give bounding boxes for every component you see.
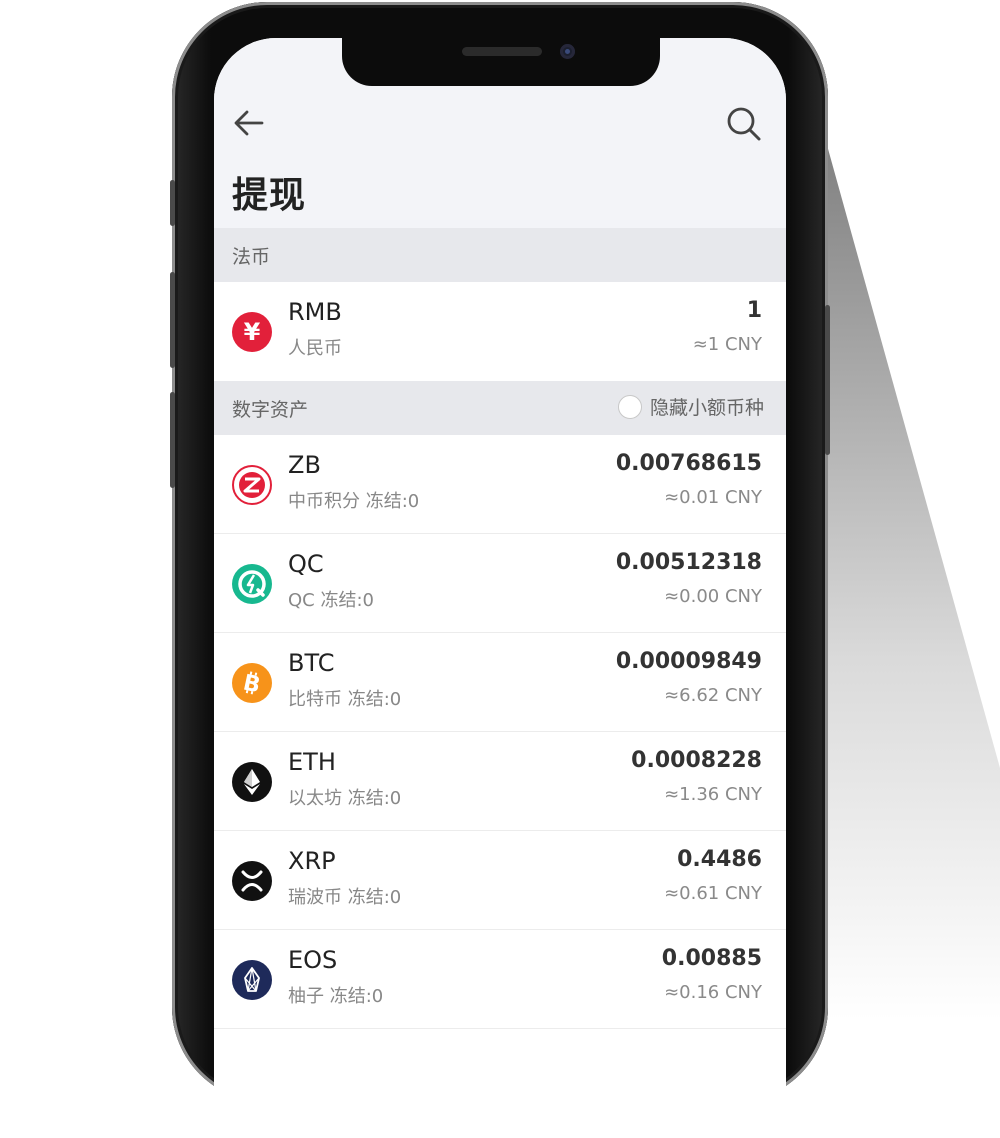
power-button <box>825 305 830 455</box>
asset-row-partial <box>214 1029 786 1069</box>
asset-cny-value: ≈0.61 CNY <box>664 883 762 904</box>
asset-amount: 1 <box>746 298 762 323</box>
hide-small-radio[interactable] <box>617 394 642 419</box>
asset-name: 以太坊 冻结:0 <box>288 788 402 809</box>
xrp-icon <box>232 861 272 901</box>
volume-up-button <box>170 272 175 368</box>
asset-row-eos[interactable]: EOS 柚子 冻结:0 0.00885 ≈0.16 CNY <box>214 930 786 1029</box>
asset-row-qc[interactable]: QC QC 冻结:0 0.00512318 ≈0.00 CNY <box>214 534 786 633</box>
asset-symbol: QC <box>288 550 324 578</box>
asset-amount: 0.0008228 <box>631 748 762 773</box>
asset-row-rmb[interactable]: ¥ RMB 人民币 1 ≈1 CNY <box>214 282 786 381</box>
fiat-section-label: 法币 <box>232 246 271 268</box>
asset-cny-value: ≈0.01 CNY <box>664 487 762 508</box>
app-screen: 提现 法币 ¥ RMB 人民币 1 ≈1 CNY 数字资产 隐藏小额币种 ZB … <box>214 38 786 1138</box>
asset-cny-value: ≈6.62 CNY <box>664 685 762 706</box>
asset-name: 人民币 <box>288 338 342 359</box>
asset-row-eth[interactable]: ETH 以太坊 冻结:0 0.0008228 ≈1.36 CNY <box>214 732 786 831</box>
front-camera-icon <box>560 44 575 59</box>
yen-icon: ¥ <box>232 312 272 352</box>
asset-row-zb[interactable]: ZB 中币积分 冻结:0 0.00768615 ≈0.01 CNY <box>214 435 786 534</box>
hide-small-balances-toggle[interactable]: 隐藏小额币种 <box>617 393 764 420</box>
asset-name: QC 冻结:0 <box>288 590 374 611</box>
asset-amount: 0.00768615 <box>615 451 762 476</box>
asset-name: 柚子 冻结:0 <box>288 986 384 1007</box>
asset-amount: 0.4486 <box>677 847 762 872</box>
asset-symbol: EOS <box>288 946 338 974</box>
eos-icon <box>232 960 272 1000</box>
asset-symbol: ETH <box>288 748 336 776</box>
page-title: 提现 <box>232 175 307 216</box>
volume-down-button <box>170 392 175 488</box>
mute-switch <box>170 180 175 226</box>
hide-small-label: 隐藏小额币种 <box>649 397 764 419</box>
asset-cny-value: ≈0.00 CNY <box>664 586 762 607</box>
asset-amount: 0.00009849 <box>615 649 762 674</box>
asset-cny-value: ≈0.16 CNY <box>664 982 762 1003</box>
asset-name: 中币积分 冻结:0 <box>288 491 420 512</box>
asset-row-btc[interactable]: B BTC 比特币 冻结:0 0.00009849 ≈6.62 CNY <box>214 633 786 732</box>
asset-name: 瑞波币 冻结:0 <box>288 887 402 908</box>
asset-cny-value: ≈1.36 CNY <box>664 784 762 805</box>
digital-section-header: 数字资产 隐藏小额币种 <box>214 381 786 435</box>
back-arrow-icon[interactable] <box>232 106 266 140</box>
asset-amount: 0.00885 <box>661 946 762 971</box>
zb-icon <box>232 465 272 505</box>
asset-symbol: RMB <box>288 298 342 326</box>
asset-symbol: XRP <box>288 847 336 875</box>
asset-name: 比特币 冻结:0 <box>288 689 402 710</box>
search-icon[interactable] <box>726 106 762 142</box>
ethereum-icon <box>232 762 272 802</box>
svg-text:¥: ¥ <box>244 318 261 346</box>
qc-icon <box>232 564 272 604</box>
phone-shadow <box>800 120 1000 1020</box>
digital-section-label: 数字资产 <box>232 399 309 421</box>
fiat-section-header: 法币 <box>214 228 786 282</box>
asset-amount: 0.00512318 <box>615 550 762 575</box>
asset-symbol: ZB <box>288 451 321 479</box>
asset-cny-value: ≈1 CNY <box>692 334 762 355</box>
asset-symbol: BTC <box>288 649 335 677</box>
bitcoin-icon: B <box>232 663 272 703</box>
asset-row-xrp[interactable]: XRP 瑞波币 冻结:0 0.4486 ≈0.61 CNY <box>214 831 786 930</box>
speaker-grille <box>462 47 542 56</box>
notch <box>342 38 660 86</box>
